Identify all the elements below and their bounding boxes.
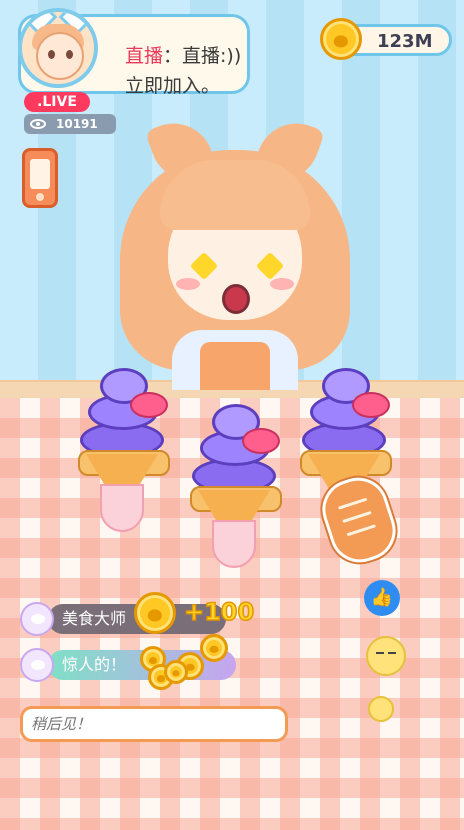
paw-coin-icon bbox=[320, 18, 362, 60]
bow-icon bbox=[242, 428, 280, 454]
angel-face-icon[interactable] bbox=[368, 696, 394, 722]
thumbs-up-icon[interactable]: 👍 bbox=[364, 580, 400, 616]
viewer-count: 10191 bbox=[24, 114, 116, 134]
bow-icon bbox=[130, 392, 168, 418]
stream-subtitle: 立即加入。 bbox=[125, 75, 221, 97]
paw-coin-icon bbox=[164, 660, 188, 684]
stream-title-prefix: 直播 bbox=[125, 45, 164, 67]
reward-text: +100 bbox=[183, 597, 255, 627]
sleepy-face-icon[interactable] bbox=[366, 636, 406, 676]
chat-input[interactable] bbox=[20, 706, 288, 742]
ice-cream-cone[interactable] bbox=[74, 364, 170, 534]
bow-icon bbox=[352, 392, 390, 418]
cat-avatar-icon bbox=[20, 648, 54, 682]
viewer-count-value: 10191 bbox=[56, 117, 98, 131]
live-badge: .LIVE bbox=[24, 92, 90, 112]
cat-avatar-icon bbox=[20, 602, 54, 636]
eye-icon bbox=[30, 119, 46, 129]
ice-cream-cone[interactable] bbox=[186, 400, 282, 570]
coin-amount: 123M bbox=[377, 31, 433, 52]
paw-coin-icon bbox=[134, 592, 176, 634]
open-mouth bbox=[222, 284, 250, 314]
paw-coin-icon bbox=[200, 634, 228, 662]
streamer-character bbox=[120, 112, 350, 390]
stream-title-separator: ： bbox=[163, 45, 183, 67]
stream-title-suffix: 直播:)) bbox=[182, 45, 242, 67]
streamer-avatar[interactable] bbox=[18, 8, 98, 88]
phone-icon[interactable] bbox=[22, 148, 58, 208]
stream-title: 直播：直播:)) bbox=[125, 41, 241, 68]
